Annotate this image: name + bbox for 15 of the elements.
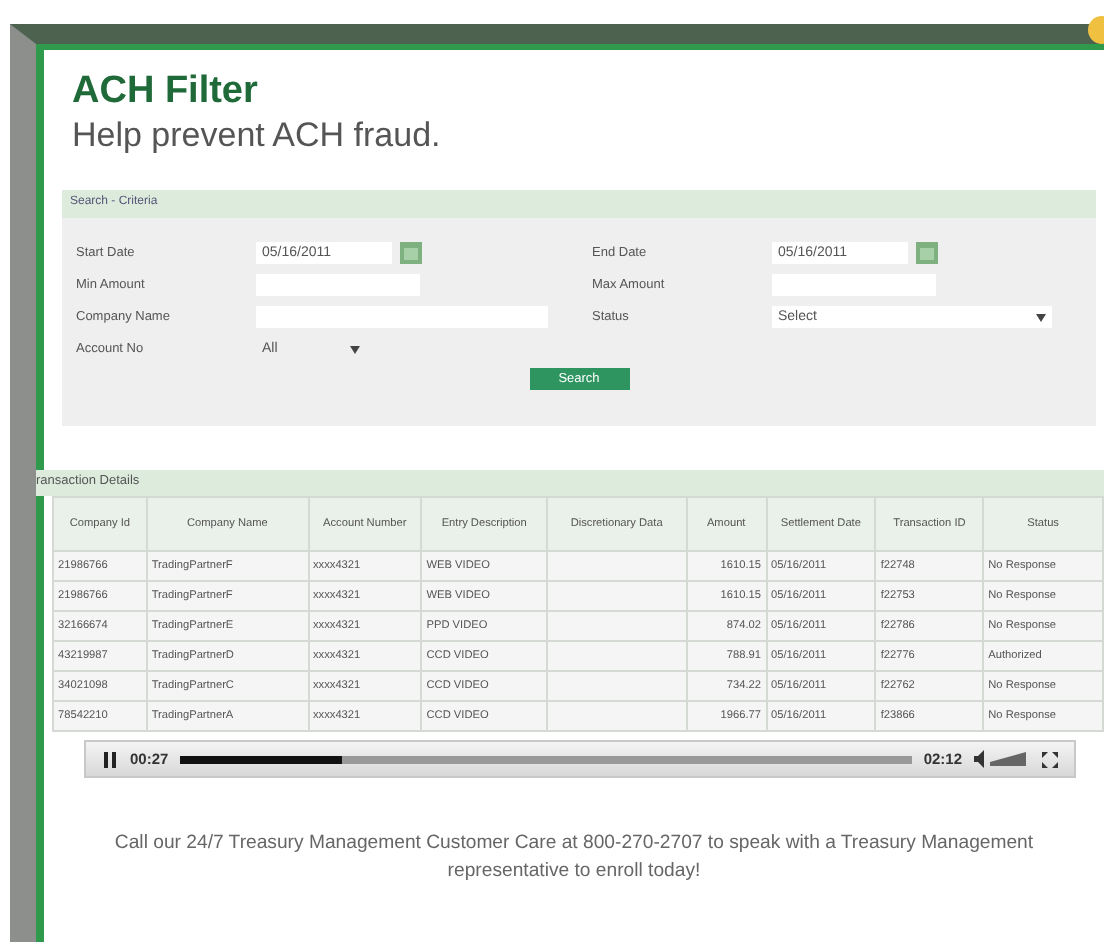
page-title: ACH Filter — [70, 68, 260, 114]
caret-icon — [1036, 313, 1046, 321]
table-cell — [546, 581, 687, 611]
caret-icon — [350, 345, 360, 353]
fullscreen-icon[interactable] — [1042, 751, 1058, 767]
page-subtitle: Help prevent ACH fraud. — [70, 114, 443, 158]
pause-icon[interactable] — [102, 751, 118, 767]
footer-text: Call our 24/7 Treasury Management Customer Care at 800-270-2707 to speak with a Treasury Management representative to enroll today! — [112, 830, 1036, 886]
table-cell — [546, 551, 687, 581]
table-cell — [546, 671, 687, 701]
progress-bar[interactable] — [180, 755, 912, 763]
volume-icon[interactable] — [974, 750, 1030, 768]
table-cell — [546, 701, 687, 731]
table-cell — [546, 641, 687, 671]
table-cell — [546, 611, 687, 641]
